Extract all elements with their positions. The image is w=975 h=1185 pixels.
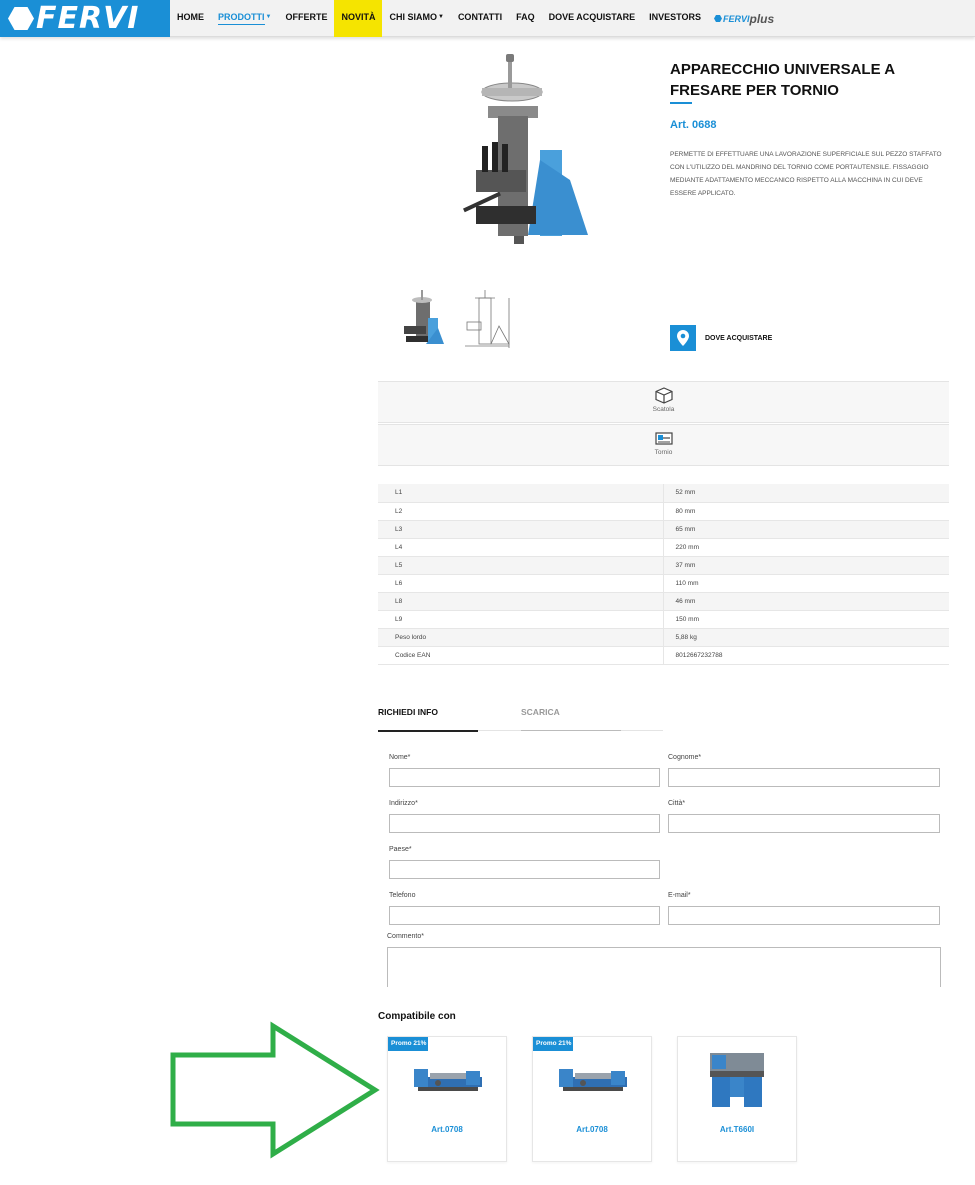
spec-value: 8012667232788 [662, 646, 949, 665]
lathe-product-image [710, 1053, 764, 1107]
table-row: L9 150 mm [378, 610, 949, 629]
citta-label: Città* [668, 800, 686, 807]
spec-value: 52 mm [662, 484, 949, 503]
spec-value: 110 mm [662, 574, 949, 593]
main-menu: HOME PRODOTTI▼ OFFERTE NOVITÀ CHI SIAMO▼… [170, 0, 774, 37]
chevron-down-icon: ▼ [265, 14, 272, 21]
hexagon-logo-icon [713, 14, 722, 23]
nome-field[interactable] [389, 768, 660, 787]
nav-prodotti[interactable]: PRODOTTI▼ [211, 0, 278, 37]
email-label: E-mail* [668, 892, 691, 899]
citta-field[interactable] [668, 814, 940, 833]
email-field[interactable] [668, 906, 940, 925]
spec-value: 65 mm [662, 520, 949, 539]
spec-key: Codice EAN [378, 646, 663, 665]
spec-key: L9 [378, 610, 663, 629]
spec-value: 220 mm [662, 538, 949, 557]
table-row: Peso lordo 5,88 kg [378, 628, 949, 647]
spec-value: 46 mm [662, 592, 949, 611]
spec-key: L4 [378, 538, 663, 557]
nome-label: Nome* [389, 754, 411, 761]
table-row: L8 46 mm [378, 592, 949, 611]
paese-field[interactable] [389, 860, 660, 879]
logo-text: FERVI [36, 1, 140, 36]
spec-key: Peso lordo [378, 628, 663, 647]
spec-value: 5,88 kg [662, 628, 949, 647]
nav-contatti[interactable]: CONTATTI [451, 0, 509, 37]
promo-badge: Promo 21% [533, 1037, 574, 1051]
cognome-field[interactable] [668, 768, 940, 787]
product-title: APPARECCHIO UNIVERSALE A FRESARE PER TOR… [670, 61, 895, 99]
product-main-image[interactable] [440, 50, 600, 250]
table-row: L3 65 mm [378, 520, 949, 539]
specifications-table: L1 52 mm L2 80 mm L3 65 mm L4 220 mm L5 37 mm… [378, 484, 949, 665]
spec-value: 37 mm [662, 556, 949, 575]
indirizzo-field[interactable] [389, 814, 660, 833]
table-row: Codice EAN 8012667232788 [378, 646, 949, 665]
spec-key: L2 [378, 502, 663, 521]
table-row: L4 220 mm [378, 538, 949, 557]
table-row: L6 110 mm [378, 574, 949, 593]
compatible-section-title: Compatibile con [378, 1011, 456, 1022]
tab-richiedi-info[interactable]: RICHIEDI INFO [378, 707, 438, 717]
nav-offerte[interactable]: OFFERTE [278, 0, 334, 37]
lathe-product-image [414, 1069, 482, 1091]
telefono-label: Telefono [389, 892, 416, 899]
table-row: L5 37 mm [378, 556, 949, 575]
nav-dove-acquistare[interactable]: DOVE ACQUISTARE [542, 0, 643, 37]
lathe-product-image [559, 1069, 627, 1091]
spec-key: L6 [378, 574, 663, 593]
product-thumbnail-drawing[interactable] [463, 288, 513, 350]
fervi-plus-logo[interactable]: FERVI plus [708, 0, 774, 37]
table-row: L1 52 mm [378, 484, 949, 503]
annotation-arrow [170, 1021, 380, 1159]
spec-key: L3 [378, 520, 663, 539]
nav-chi-siamo[interactable]: CHI SIAMO▼ [382, 0, 450, 37]
nav-faq[interactable]: FAQ [509, 0, 542, 37]
product-thumbnail-photo[interactable] [398, 288, 448, 350]
nav-home[interactable]: HOME [170, 0, 211, 37]
compatible-product-label[interactable]: Art.0708 [533, 1125, 651, 1134]
compatible-product-card[interactable]: Promo 21% Art.0708 [532, 1036, 652, 1162]
spec-key: L5 [378, 556, 663, 575]
indirizzo-label: Indirizzo* [389, 800, 418, 807]
telefono-field[interactable] [389, 906, 660, 925]
tab-scarica[interactable]: SCARICA [521, 707, 560, 717]
product-description: PERMETTE DI EFFETTUARE UNA LAVORAZIONE S… [670, 151, 942, 197]
promo-badge: Promo 21% [388, 1037, 429, 1051]
spec-key: L1 [378, 484, 663, 503]
nav-investors[interactable]: INVESTORS [642, 0, 708, 37]
paese-label: Paese* [389, 846, 412, 853]
hexagon-logo-icon [8, 7, 34, 30]
feature-packaging: Scatola [378, 381, 949, 423]
compatible-product-label[interactable]: Art.0708 [388, 1125, 506, 1134]
feature-machine-label: Tornio [654, 449, 673, 456]
map-pin-icon [670, 325, 696, 351]
tab-underline [521, 730, 621, 731]
compatible-product-label[interactable]: Art.T660I [678, 1125, 796, 1134]
top-navigation-bar: FERVI HOME PRODOTTI▼ OFFERTE NOVITÀ CHI … [0, 0, 975, 37]
spec-key: L8 [378, 592, 663, 611]
nav-novita[interactable]: NOVITÀ [334, 0, 383, 37]
fervi-logo[interactable]: FERVI [0, 0, 170, 37]
active-tab-indicator [378, 730, 478, 732]
commento-label: Commento* [387, 933, 424, 940]
feature-machine: Tornio [378, 424, 949, 466]
table-row: L2 80 mm [378, 502, 949, 521]
title-underline [670, 102, 692, 104]
spec-value: 80 mm [662, 502, 949, 521]
where-to-buy-label: DOVE ACQUISTARE [705, 334, 773, 342]
chevron-down-icon: ▼ [437, 14, 444, 21]
box-icon [654, 387, 673, 404]
feature-packaging-label: Scatola [652, 406, 675, 413]
product-article-code: Art. 0688 [670, 119, 717, 131]
compatible-product-card[interactable]: Promo 21% Art.0708 [387, 1036, 507, 1162]
commento-textarea[interactable] [387, 947, 941, 987]
where-to-buy-link[interactable]: DOVE ACQUISTARE [670, 325, 772, 351]
cognome-label: Cognome* [668, 754, 702, 761]
spec-value: 150 mm [662, 610, 949, 629]
compatible-product-card[interactable]: Art.T660I [677, 1036, 797, 1162]
lathe-icon [654, 432, 673, 445]
